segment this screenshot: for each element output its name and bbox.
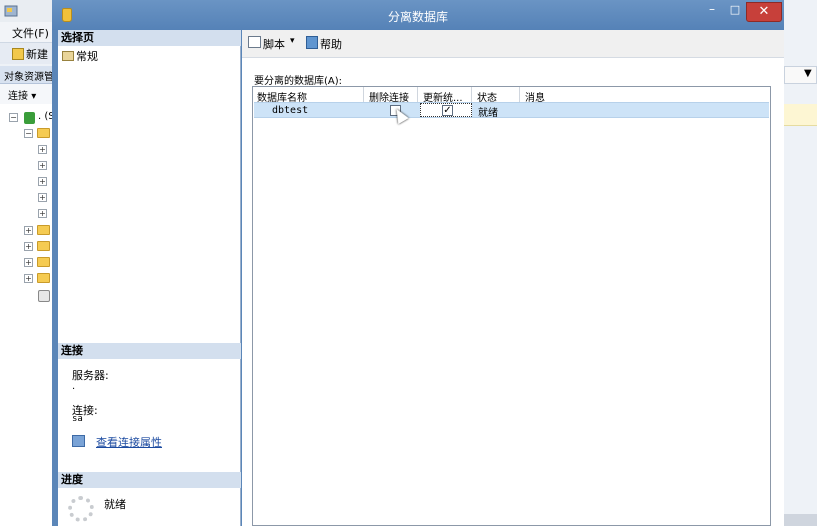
help-icon[interactable] [306,36,318,49]
ssms-app-icon [4,4,18,18]
column-divider[interactable] [363,87,364,102]
tree-expand-icon[interactable]: + [38,145,47,154]
tree-expand-icon[interactable]: + [38,161,47,170]
close-button[interactable]: ✕ [746,2,782,22]
script-icon[interactable] [248,36,261,48]
new-query-label: 新建 [26,48,48,61]
new-query-icon [12,48,24,60]
connect-label: 连接 [8,91,28,102]
tree-collapse-icon[interactable]: − [9,113,18,122]
connection-properties-icon[interactable] [72,435,85,447]
folder-icon[interactable] [37,273,50,283]
column-divider[interactable] [471,87,472,102]
update-statistics-cell[interactable]: ✓ [420,103,472,117]
tree-expand-icon[interactable]: + [38,177,47,186]
folder-icon[interactable] [37,225,50,235]
row-database-name: dbtest [272,105,309,116]
tree-expand-icon[interactable]: + [24,258,33,267]
folder-icon[interactable] [37,257,50,267]
server-icon [24,112,35,124]
maximize-button[interactable]: □ [724,2,746,20]
table-row[interactable]: dbtest ✓ 就绪 [254,102,769,125]
databases-to-detach-label: 要分离的数据库(A): [254,76,343,87]
view-connection-properties-link[interactable]: 查看连接属性 [96,434,162,450]
dialog-toolbar: 脚本 ▾ 帮助 [242,30,784,56]
script-button[interactable]: 脚本 [263,36,285,52]
connect-button[interactable]: 连接 ▾ [8,87,36,102]
connect-dropdown-icon: ▾ [31,91,37,102]
tree-expand-icon[interactable]: + [24,226,33,235]
left-panel: 选择页 常规 连接 服务器: . 连接: sa 查看连接属性 进度 就绪 [58,30,241,526]
connection-value: sa [72,414,83,424]
detach-database-dialog: 分离数据库 – □ ✕ 选择页 常规 连接 服务器: . 连接: sa 查看连接… [52,0,784,526]
dialog-title: 分离数据库 [387,10,448,24]
chevron-down-icon[interactable]: ▼ [804,68,812,79]
background-scrollbar[interactable] [784,514,817,526]
select-page-header: 选择页 [58,30,241,46]
menu-file[interactable]: 文件(F) [12,25,49,41]
page-icon [62,51,74,61]
progress-spinner-icon [68,496,94,522]
background-dropdown[interactable] [784,66,817,84]
object-explorer-title: 对象资源管 [4,72,54,83]
tree-collapse-icon[interactable]: − [24,129,33,138]
progress-status: 就绪 [104,498,126,511]
agent-jobs-icon[interactable] [38,290,50,302]
connection-header: 连接 [58,343,241,359]
page-item-general[interactable]: 常规 [62,48,98,64]
minimize-button[interactable]: – [700,2,724,20]
new-query-button[interactable]: 新建 [12,46,48,62]
page-item-label: 常规 [76,50,98,63]
folder-icon[interactable] [37,241,50,251]
column-divider[interactable] [417,87,418,102]
tree-expand-icon[interactable]: + [38,209,47,218]
row-status: 就绪 [478,108,498,119]
update-statistics-checkbox[interactable]: ✓ [442,105,453,116]
script-dropdown-icon[interactable]: ▾ [290,36,295,46]
background-info-bar [784,104,817,126]
tree-expand-icon[interactable]: + [38,193,47,202]
column-divider[interactable] [519,87,520,102]
server-label: 服务器: [72,369,109,382]
progress-header: 进度 [58,472,241,488]
server-value: . [72,381,76,392]
folder-icon[interactable] [37,128,50,138]
tree-expand-icon[interactable]: + [24,242,33,251]
help-button[interactable]: 帮助 [320,36,342,52]
right-panel: 脚本 ▾ 帮助 要分离的数据库(A): 数据库名称 删除连接 更新统... 状态… [242,30,784,526]
databases-grid[interactable]: 数据库名称 删除连接 更新统... 状态 消息 dbtest ✓ 就绪 [252,86,771,526]
tree-expand-icon[interactable]: + [24,274,33,283]
